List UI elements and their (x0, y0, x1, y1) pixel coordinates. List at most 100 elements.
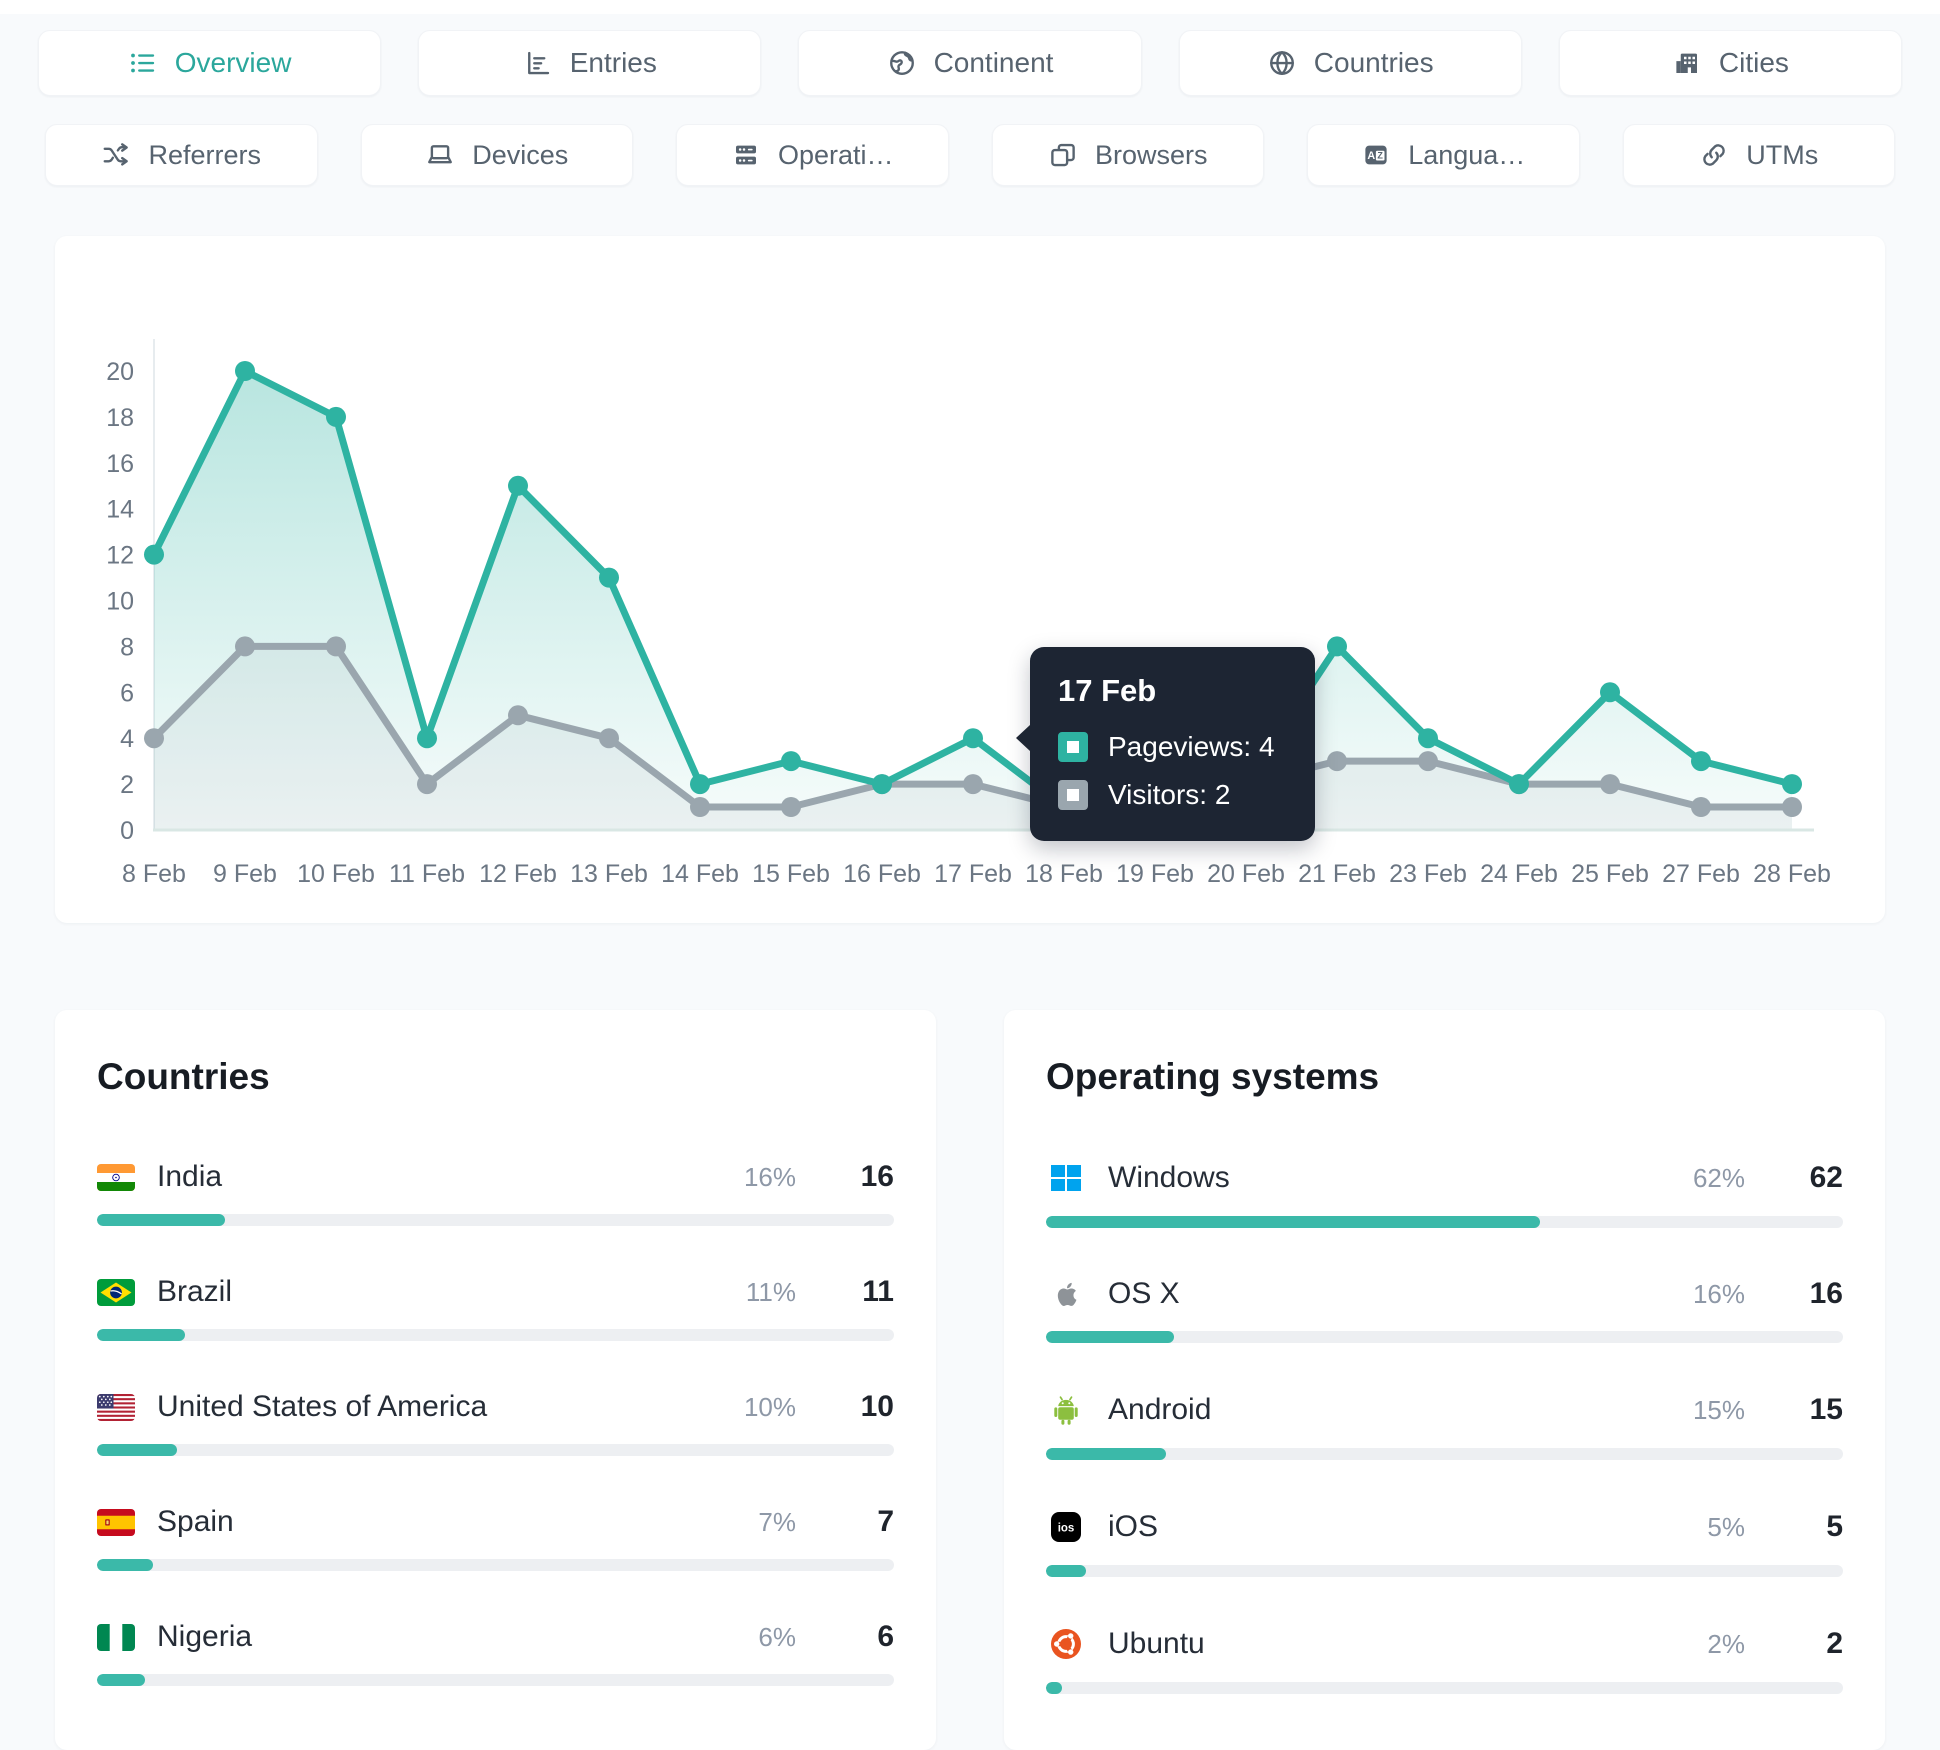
row-windows[interactable]: Windows 62% 62 (1046, 1160, 1843, 1228)
row-percent: 16% (743, 1161, 796, 1192)
tab-browsers[interactable]: Browsers (991, 124, 1264, 186)
link-icon (1699, 140, 1729, 170)
row-count: 5 (1826, 1510, 1843, 1543)
svg-text:13 Feb: 13 Feb (570, 860, 648, 888)
tab-label: Devices (472, 139, 569, 170)
svg-text:16: 16 (106, 450, 134, 478)
svg-text:ios: ios (1058, 1523, 1075, 1535)
tab-overview[interactable]: Overview (38, 30, 382, 96)
row-spain[interactable]: Spain 7% 7 (97, 1505, 894, 1571)
svg-text:10: 10 (106, 588, 134, 616)
svg-text:4: 4 (120, 725, 134, 753)
row-percent: 15% (1692, 1394, 1745, 1425)
progress-track (1046, 1448, 1843, 1460)
tab-operati[interactable]: Operati… (676, 124, 949, 186)
laptop-icon (425, 140, 455, 170)
svg-text:11 Feb: 11 Feb (389, 860, 465, 888)
row-count: 10 (860, 1390, 894, 1423)
progress-track (97, 1444, 894, 1456)
globe-icon (1267, 48, 1297, 78)
tooltip-pageviews-label: Pageviews: 4 (1108, 731, 1275, 763)
row-percent: 2% (1707, 1628, 1745, 1659)
svg-text:24 Feb: 24 Feb (1480, 860, 1558, 888)
tab-label: Referrers (148, 139, 262, 170)
tab-label: Operati… (777, 139, 894, 170)
tab-label: Browsers (1094, 139, 1208, 170)
svg-text:Z: Z (1378, 151, 1384, 161)
row-percent: 5% (1707, 1511, 1745, 1542)
tab-entries[interactable]: Entries (418, 30, 762, 96)
svg-text:16 Feb: 16 Feb (843, 860, 921, 888)
row-count: 62 (1809, 1161, 1843, 1194)
row-brazil[interactable]: Brazil 11% 11 (97, 1275, 894, 1341)
tab-referrers[interactable]: Referrers (45, 124, 318, 186)
tab-label: Cities (1718, 47, 1789, 78)
row-nigeria[interactable]: Nigeria 6% 6 (97, 1620, 894, 1686)
progress-fill (97, 1559, 153, 1571)
row-label: Brazil (157, 1275, 233, 1308)
row-count: 16 (1809, 1277, 1843, 1310)
tab-continent[interactable]: Continent (798, 30, 1142, 96)
progress-fill (1046, 1565, 1086, 1577)
tab-langua[interactable]: AZ Langua… (1307, 124, 1580, 186)
row-label: OS X (1108, 1277, 1180, 1310)
row-percent: 11% (745, 1276, 796, 1307)
row-united-states-of-america[interactable]: United States of America 10% 10 (97, 1390, 894, 1456)
tab-label: Overview (174, 47, 292, 78)
tab-label: UTMs (1746, 139, 1819, 170)
svg-text:28 Feb: 28 Feb (1753, 860, 1831, 888)
tooltip-pageviews-row: Pageviews: 4 (1058, 731, 1287, 763)
svg-text:21 Feb: 21 Feb (1298, 860, 1376, 888)
tab-countries[interactable]: Countries (1178, 30, 1522, 96)
svg-text:15 Feb: 15 Feb (752, 860, 830, 888)
flag-nigeria (97, 1623, 135, 1651)
pageviews-swatch-icon (1058, 732, 1088, 763)
svg-text:9 Feb: 9 Feb (213, 860, 277, 888)
row-label: United States of America (157, 1390, 488, 1423)
svg-text:8 Feb: 8 Feb (122, 860, 186, 888)
countries-panel-title: Countries (97, 1056, 270, 1097)
svg-text:2: 2 (120, 771, 134, 799)
tab-devices[interactable]: Devices (360, 124, 633, 186)
tooltip-visitors-row: Visitors: 2 (1058, 779, 1287, 811)
android-icon (1046, 1392, 1086, 1428)
row-percent: 16% (1692, 1278, 1745, 1309)
chart-tooltip: 17 Feb Pageviews: 4 Visitors: 2 (1016, 647, 1315, 842)
earth-icon (887, 48, 917, 78)
row-ubuntu[interactable]: Ubuntu 2% 2 (1046, 1626, 1843, 1694)
svg-text:12 Feb: 12 Feb (479, 860, 557, 888)
tab-label: Entries (569, 47, 657, 78)
tooltip-visitors-label: Visitors: 2 (1108, 779, 1231, 811)
list-icon (128, 48, 158, 78)
row-ios[interactable]: ios iOS 5% 5 (1046, 1509, 1843, 1577)
progress-track (1046, 1682, 1843, 1694)
ios-icon: ios (1046, 1509, 1086, 1545)
svg-text:25 Feb: 25 Feb (1571, 860, 1649, 888)
primary-tabs: Overview Entries Continent Countries Cit… (0, 30, 1940, 96)
traffic-chart[interactable]: 0 2 4 6 8 10 12 14 16 18 20 8 Feb 9 Feb 10 Feb 11 Feb 1… (55, 236, 1885, 923)
progress-track (97, 1329, 894, 1341)
progress-track (97, 1674, 894, 1686)
svg-text:17 Feb: 17 Feb (934, 860, 1012, 888)
os-panel-title: Operating systems (1046, 1056, 1380, 1097)
progress-track (97, 1559, 894, 1571)
row-android[interactable]: Android 15% 15 (1046, 1392, 1843, 1460)
tooltip-date: 17 Feb (1058, 673, 1157, 709)
row-india[interactable]: India 16% 16 (97, 1160, 894, 1226)
row-percent: 6% (758, 1621, 796, 1652)
progress-track (1046, 1216, 1843, 1228)
tab-utms[interactable]: UTMs (1622, 124, 1895, 186)
svg-text:18: 18 (106, 404, 134, 432)
progress-fill (97, 1674, 145, 1686)
progress-track (1046, 1565, 1843, 1577)
tab-cities[interactable]: Cities (1558, 30, 1903, 96)
row-count: 2 (1826, 1627, 1843, 1660)
progress-fill (1046, 1216, 1541, 1228)
svg-text:A: A (1368, 150, 1376, 162)
svg-text:8: 8 (120, 633, 134, 661)
top-strip (0, 0, 1940, 14)
row-os-x[interactable]: OS X 16% 16 (1046, 1277, 1843, 1343)
progress-fill (97, 1444, 177, 1456)
row-count: 6 (877, 1620, 894, 1653)
svg-text:23 Feb: 23 Feb (1389, 860, 1467, 888)
